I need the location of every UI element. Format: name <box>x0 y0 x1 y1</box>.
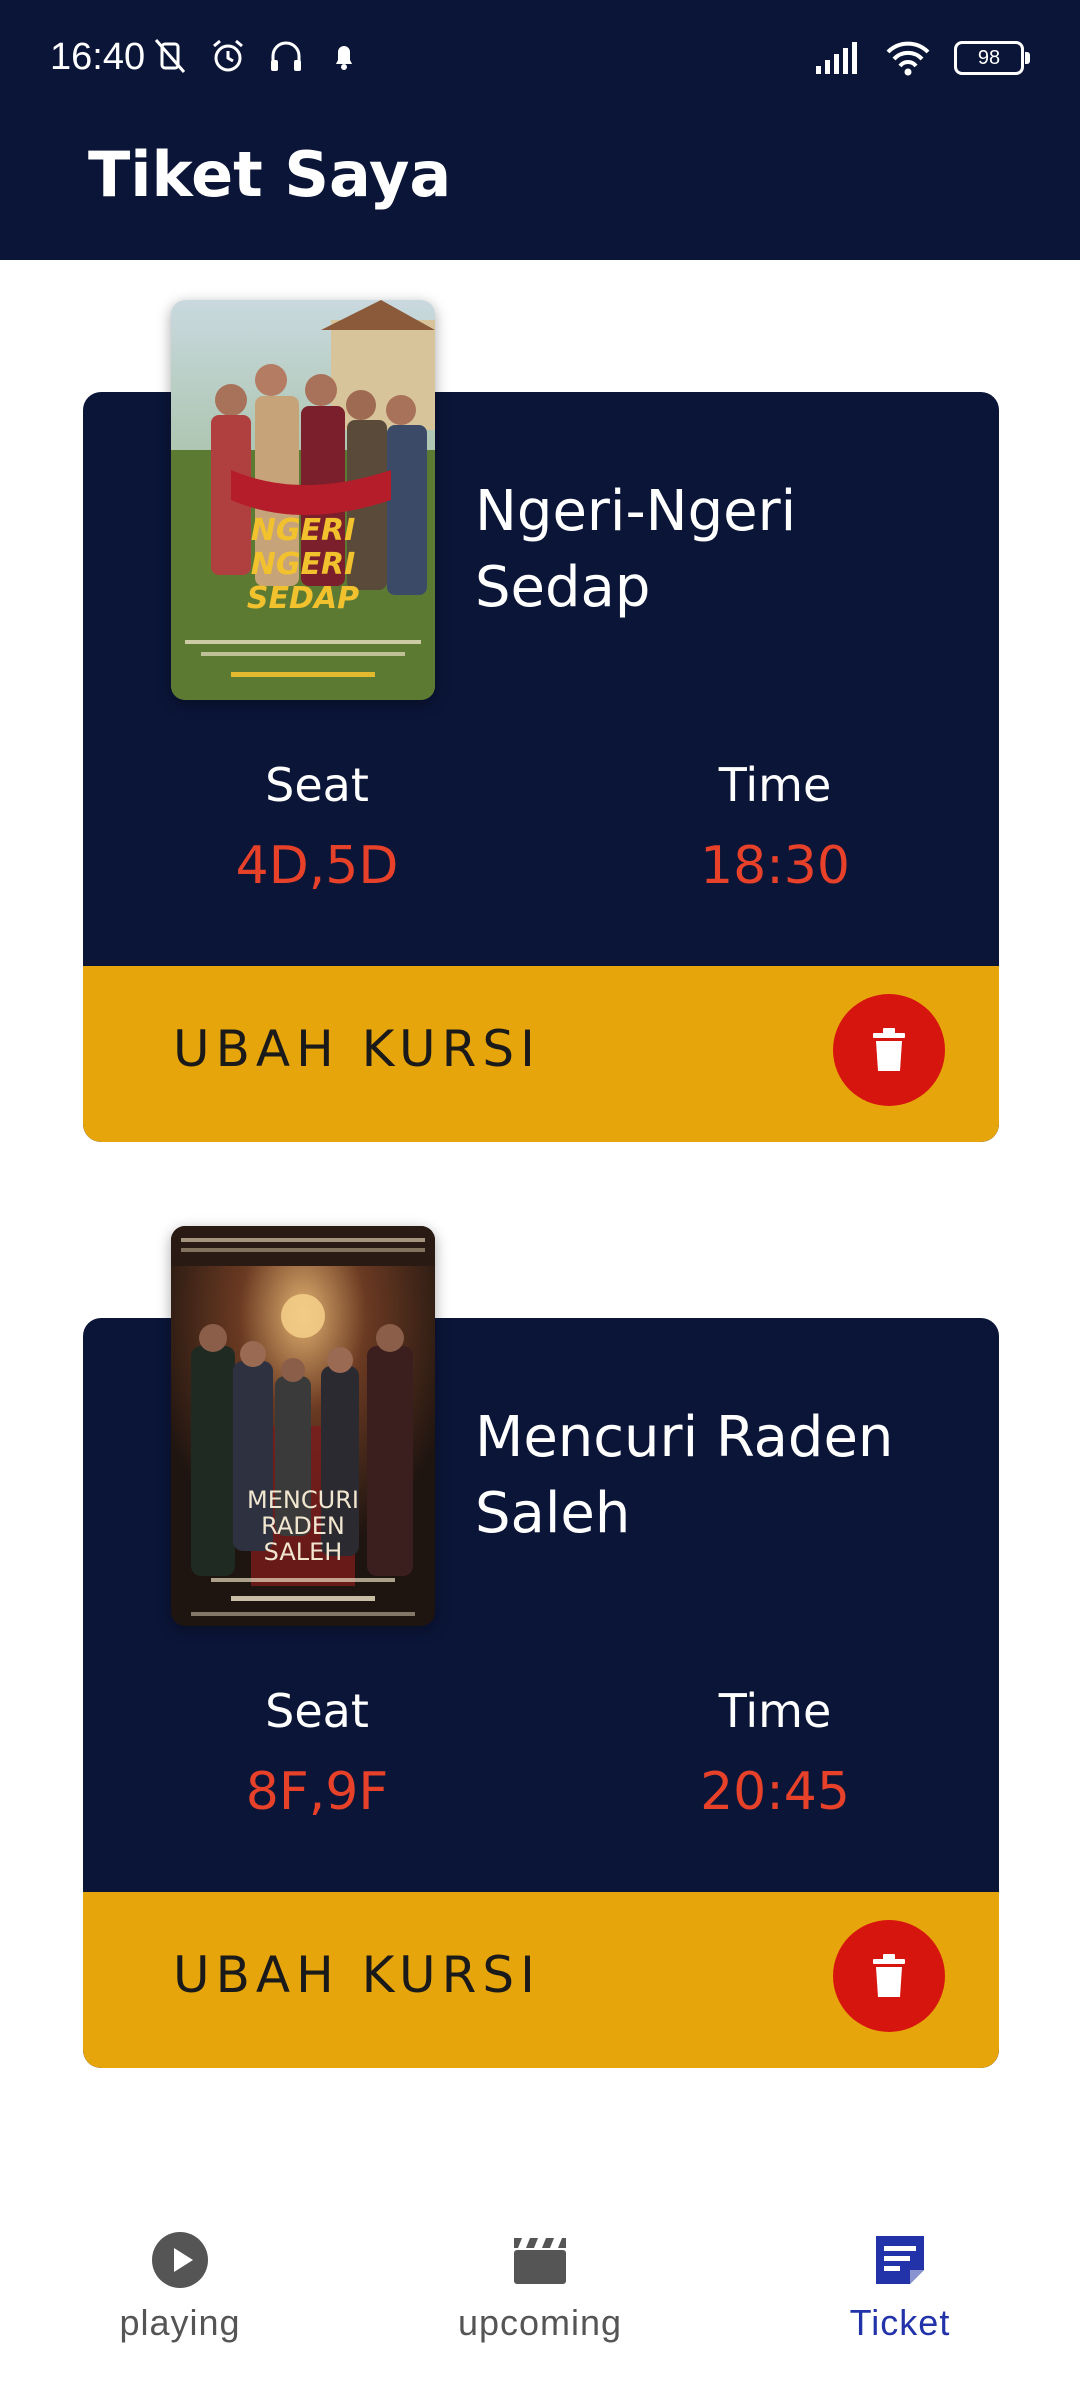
nav-label: Ticket <box>849 2302 951 2343</box>
change-seat-bar[interactable]: UBAH KURSI <box>83 1892 999 2068</box>
svg-text:NGERI: NGERI <box>251 547 356 582</box>
movie-title-line: Sedap <box>475 555 651 620</box>
ticket-card[interactable]: Mencuri Raden Saleh Seat 8F,9F Time 20:4… <box>83 1226 999 2068</box>
svg-text:RADEN: RADEN <box>261 1512 345 1540</box>
notification-bell-icon <box>336 46 352 70</box>
time-value: 20:45 <box>700 1762 850 1822</box>
battery-indicator: 98 <box>954 41 1030 75</box>
nav-label: upcoming <box>457 2302 623 2343</box>
movie-poster: NGERI NGERI SEDAP <box>171 300 435 700</box>
alarm-icon <box>213 39 243 72</box>
nav-item-playing[interactable]: playing <box>30 2230 330 2344</box>
time-label: Time <box>718 758 832 812</box>
movie-title: Ngeri-Ngeri Sedap <box>475 474 955 626</box>
seat-value: 4D,5D <box>235 836 399 896</box>
svg-text:SALEH: SALEH <box>264 1538 343 1566</box>
page-title: Tiket Saya <box>88 138 452 211</box>
trash-icon <box>873 1028 905 1071</box>
ticket-list-icon <box>876 2236 924 2284</box>
movie-title: Mencuri Raden Saleh <box>475 1400 955 1552</box>
status-time: 16:40 <box>50 36 146 78</box>
change-seat-button[interactable]: UBAH KURSI <box>173 1020 541 1078</box>
nav-item-ticket[interactable]: Ticket <box>750 2230 1050 2344</box>
app-bar: Tiket Saya <box>0 120 1080 260</box>
status-left-icons <box>150 36 364 76</box>
seat-label: Seat <box>265 1684 369 1738</box>
status-bar: 16:40 98 <box>0 0 1080 120</box>
headphones-icon <box>271 41 301 71</box>
movie-poster: MENCURI RADEN SALEH <box>171 1226 435 1626</box>
poster-image-ngeri-ngeri-sedap: NGERI NGERI SEDAP <box>171 300 435 700</box>
trash-icon <box>873 1954 905 1997</box>
movie-title-line: Mencuri Raden <box>475 1405 894 1470</box>
status-right-icons: 98 <box>814 38 1030 78</box>
movie-title-line: Ngeri-Ngeri <box>475 479 797 544</box>
change-seat-bar[interactable]: UBAH KURSI <box>83 966 999 1142</box>
battery-level: 98 <box>977 46 1001 69</box>
nav-label: playing <box>119 2302 241 2343</box>
delete-ticket-button[interactable] <box>833 1920 945 2032</box>
seat-label: Seat <box>265 758 369 812</box>
wifi-icon <box>886 41 930 76</box>
time-value: 18:30 <box>700 836 850 896</box>
seat-value: 8F,9F <box>245 1762 389 1822</box>
delete-ticket-button[interactable] <box>833 994 945 1106</box>
movie-title-line: Saleh <box>475 1481 631 1546</box>
clapperboard-icon <box>514 2238 566 2284</box>
bottom-navigation: playing upcoming Ticket <box>0 2200 1080 2400</box>
play-circle-icon <box>152 2232 208 2288</box>
svg-text:SEDAP: SEDAP <box>247 581 359 616</box>
vibrate-off-icon <box>154 39 186 73</box>
change-seat-button[interactable]: UBAH KURSI <box>173 1946 541 2004</box>
signal-icon <box>816 42 857 74</box>
time-label: Time <box>718 1684 832 1738</box>
svg-text:MENCURI: MENCURI <box>247 1486 359 1514</box>
ticket-card[interactable]: Ngeri-Ngeri Sedap Seat 4D,5D Time 18:30 … <box>83 300 999 1142</box>
svg-text:NGERI: NGERI <box>251 513 356 548</box>
poster-image-mencuri-raden-saleh: MENCURI RADEN SALEH <box>171 1226 435 1626</box>
nav-item-upcoming[interactable]: upcoming <box>390 2230 690 2344</box>
